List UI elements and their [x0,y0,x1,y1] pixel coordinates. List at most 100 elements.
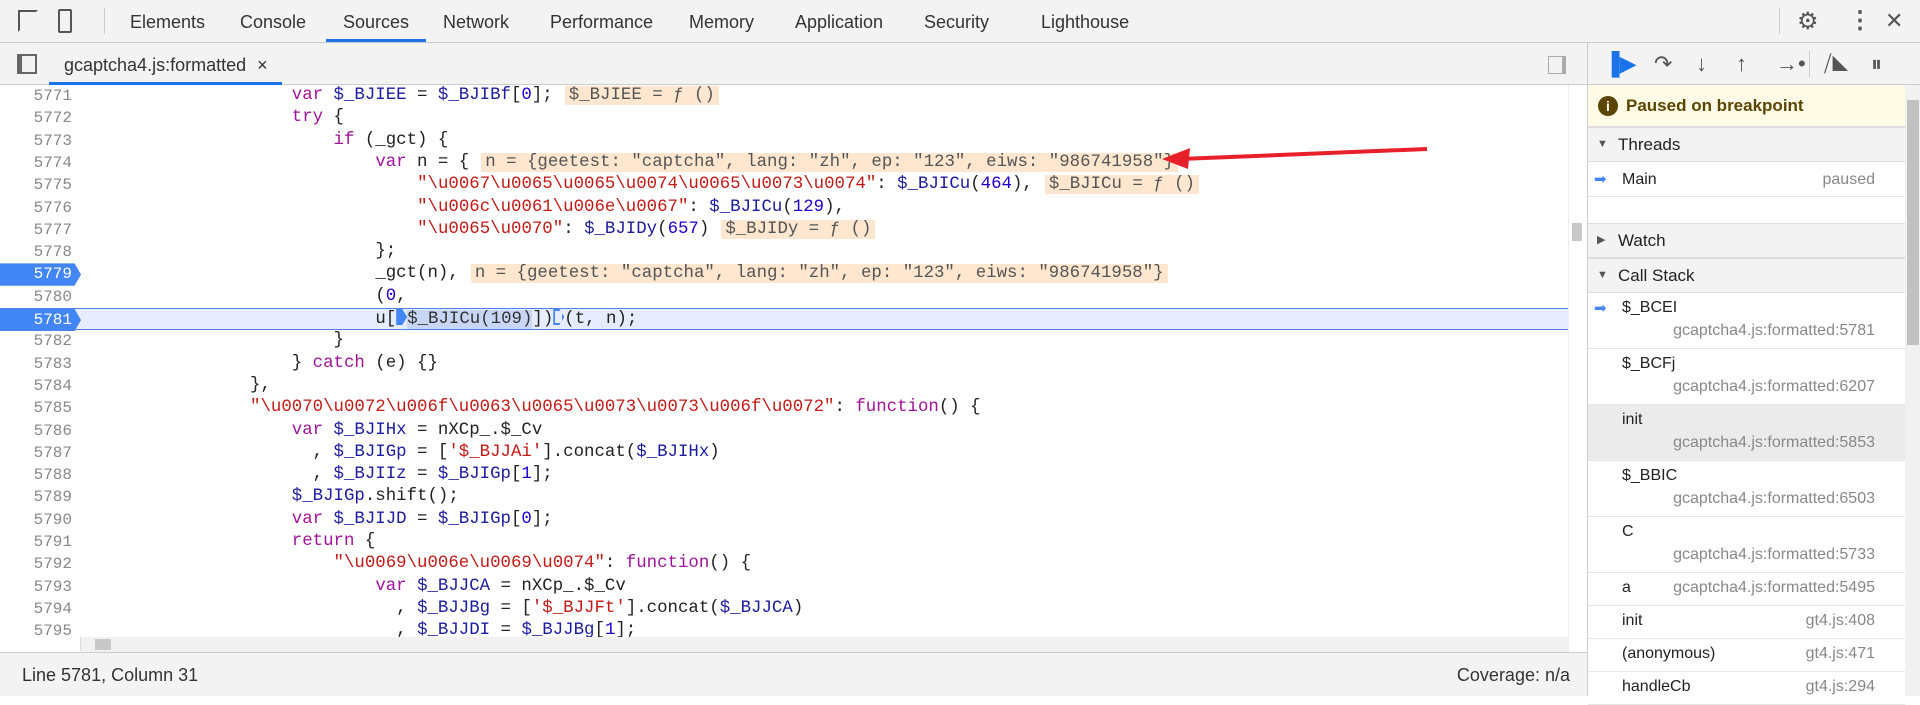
line-number[interactable]: 5785 [0,397,78,419]
watch-section-header[interactable]: ▶ Watch [1588,223,1905,258]
call-stack-frame[interactable]: Cgcaptcha4.js:formatted:5733 [1588,517,1905,573]
code-line[interactable]: 5789 $_BJIGp.shift(); [0,486,1568,508]
code-line[interactable]: 5778}; [0,241,1568,263]
frame-location[interactable]: gcaptcha4.js:formatted:5853 [1673,434,1875,452]
code-line[interactable]: 5792 "\u0069\u006e\u0069\u0074": function… [0,553,1568,575]
code-line[interactable]: 5771 var $_BJIEE = $_BJIBf[0]; $_BJIEE = ƒ… [0,85,1568,107]
call-stack-frame[interactable]: (anonymous) gt4.js:471 [1588,639,1905,672]
thread-main[interactable]: ➡ Main paused [1588,162,1905,197]
step-out-icon[interactable]: ↑ [1736,51,1747,77]
frame-location[interactable]: gcaptcha4.js:formatted:5781 [1673,322,1875,340]
step-into-icon[interactable]: ↓ [1696,51,1707,77]
call-stack-section-header[interactable]: ▼ Call Stack [1588,258,1905,293]
tab-lighthouse[interactable]: Lighthouse [1041,0,1129,42]
frame-location[interactable]: gcaptcha4.js:formatted:5495 [1673,579,1875,597]
pause-on-exceptions-icon[interactable]: ⏸ [1871,51,1882,77]
coverage-status[interactable]: Coverage: n/a [1457,653,1570,697]
call-stack-frame[interactable]: ➡ $_BCEI gcaptcha4.js:formatted:5781 [1588,293,1905,349]
code-line[interactable]: 5780 (0, [0,286,1568,308]
toggle-debugger-sidebar-icon[interactable] [1548,56,1566,74]
code-line[interactable]: 5793 var $_BJJCA = nXCp_.$_Cv [0,576,1568,598]
code-line[interactable]: 5783} catch (e) {} [0,353,1568,375]
continue-to-location-marker-icon[interactable] [396,309,408,325]
call-stack-frame[interactable]: init gt4.js:408 [1588,606,1905,639]
code-line[interactable]: 5777 "\u0065\u0070": $_BJIDy(657) $_BJIDy … [0,219,1568,241]
code-line[interactable]: 5788, $_BJIIz = $_BJIGp[1]; [0,464,1568,486]
code-line[interactable]: 5795, $_BJJDI = $_BJJBg[1]; [0,620,1568,637]
line-number[interactable]: 5778 [0,241,78,263]
scroll-thumb[interactable] [1907,100,1919,345]
line-number[interactable]: 5772 [0,107,78,129]
code-line[interactable]: 5785 "\u0070\u0072\u006f\u0063\u0065\u007… [0,397,1568,419]
frame-location[interactable]: gt4.js:408 [1806,612,1875,630]
line-number[interactable]: 5780 [0,286,78,308]
step-icon[interactable]: →• [1776,51,1806,77]
continue-to-location-marker-icon[interactable] [553,309,564,325]
frame-location[interactable]: gcaptcha4.js:formatted:6207 [1673,378,1875,396]
line-number[interactable]: 5771 [0,85,78,107]
inspect-element-icon[interactable] [18,10,38,32]
line-number[interactable]: 5787 [0,442,78,464]
scroll-thumb[interactable] [1572,223,1582,241]
sidebar-scrollbar[interactable] [1905,85,1920,696]
settings-gear-icon[interactable]: ⚙ [1797,7,1819,36]
line-number[interactable]: 5789 [0,486,78,508]
code-line[interactable]: 5776 "\u006c\u0061\u006e\u0067": $_BJICu(… [0,197,1568,219]
line-number[interactable]: 5793 [0,576,78,598]
call-stack-frame[interactable]: $_BCFj gcaptcha4.js:formatted:6207 [1588,349,1905,405]
tab-elements[interactable]: Elements [130,0,205,42]
close-devtools-icon[interactable]: ✕ [1885,8,1903,34]
tab-sources[interactable]: Sources [326,0,427,42]
line-number[interactable]: 5774 [0,152,78,174]
line-number[interactable]: 5790 [0,509,78,531]
tab-performance[interactable]: Performance [550,0,653,42]
more-options-icon[interactable]: ⋮ [1848,6,1872,35]
line-number[interactable]: 5783 [0,353,78,375]
call-stack-frame[interactable]: init gcaptcha4.js:formatted:5853 [1588,405,1905,461]
line-number[interactable]: 5773 [0,130,78,152]
threads-section-header[interactable]: ▼ Threads [1588,127,1905,162]
code-line[interactable]: 5779 _gct(n), n = {geetest: "captcha", lan… [0,263,1568,286]
frame-location[interactable]: gcaptcha4.js:formatted:5733 [1673,546,1875,564]
tab-network[interactable]: Network [443,0,509,42]
tab-application[interactable]: Application [795,0,883,42]
line-number[interactable]: 5782 [0,330,78,352]
tab-memory[interactable]: Memory [689,0,754,42]
resume-icon[interactable]: ▐▶ [1604,51,1637,77]
scroll-thumb[interactable] [95,639,111,650]
device-toolbar-icon[interactable] [58,9,72,33]
line-number[interactable]: 5784 [0,375,78,397]
frame-location[interactable]: gcaptcha4.js:formatted:6503 [1673,490,1875,508]
line-number[interactable]: 5776 [0,197,78,219]
toggle-navigator-icon[interactable] [17,54,37,74]
step-over-icon[interactable]: ↷ [1654,51,1672,77]
code-line[interactable]: 5787, $_BJIGp = ['$_BJJAi'].concat($_BJI… [0,442,1568,464]
line-number[interactable]: 5775 [0,174,78,196]
line-number[interactable]: 5795 [0,620,78,637]
code-line[interactable]: 5772 try { [0,107,1568,129]
line-number[interactable]: 5791 [0,531,78,553]
call-stack-frame[interactable]: a gcaptcha4.js:formatted:5495 [1588,573,1905,606]
frame-location[interactable]: gt4.js:471 [1806,645,1875,663]
line-number[interactable]: 5777 [0,219,78,241]
call-stack-frame[interactable]: $_BBIC gcaptcha4.js:formatted:6503 [1588,461,1905,517]
code-line[interactable]: 5784}, [0,375,1568,397]
file-tab[interactable]: gcaptcha4.js:formatted × [49,43,282,85]
breakpoint-line-number[interactable]: 5781 [0,309,81,332]
tab-security[interactable]: Security [924,0,989,42]
close-tab-icon[interactable]: × [257,55,268,75]
editor-vertical-scrollbar[interactable] [1568,85,1584,651]
line-number[interactable]: 5792 [0,553,78,575]
code-line[interactable]: 5775 "\u0067\u0065\u0065\u0074\u0065\u007… [0,174,1568,196]
code-line[interactable]: 5786 var $_BJIHx = nXCp_.$_Cv [0,420,1568,442]
code-line[interactable]: 5791 return { [0,531,1568,553]
code-line[interactable]: 5794, $_BJJBg = ['$_BJJFt'].concat($_BJJ… [0,598,1568,620]
call-stack-frame[interactable]: handleCb gt4.js:294 [1588,672,1905,705]
deactivate-breakpoints-icon[interactable]: ⧸◣ [1824,51,1849,77]
breakpoint-line-number[interactable]: 5779 [0,263,81,286]
current-execution-line[interactable]: 5781 u[$_BJICu(109)]) (t, n); [0,308,1568,332]
line-number[interactable]: 5788 [0,464,78,486]
line-number[interactable]: 5794 [0,598,78,620]
tab-console[interactable]: Console [240,0,306,42]
frame-location[interactable]: gt4.js:294 [1806,678,1875,696]
